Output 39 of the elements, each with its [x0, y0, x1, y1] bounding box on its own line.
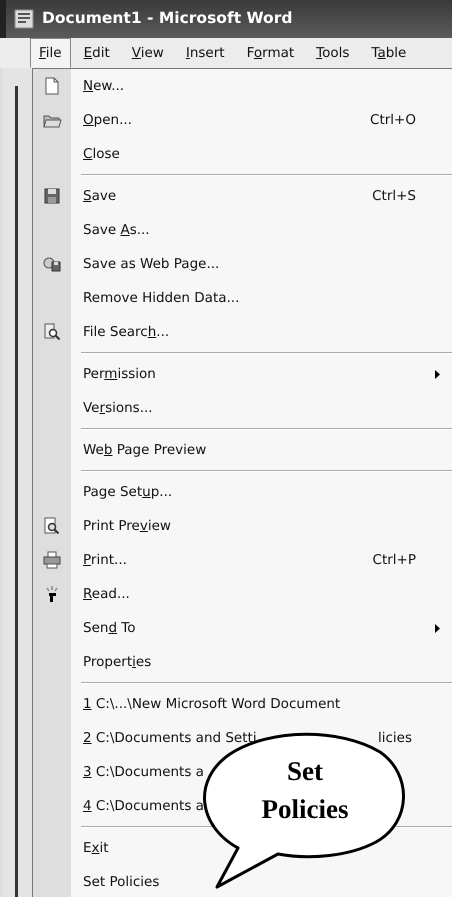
- menu-item[interactable]: Read...: [33, 577, 452, 611]
- menu-item[interactable]: Versions...: [33, 391, 452, 425]
- menu-item[interactable]: Close: [33, 137, 452, 171]
- menu-item[interactable]: Print Preview: [33, 509, 452, 543]
- menu-item[interactable]: Send To: [33, 611, 452, 645]
- menu-bar-item[interactable]: Tools: [307, 38, 358, 68]
- file-search-icon: [42, 322, 62, 342]
- menu-item[interactable]: Set Policies: [33, 865, 452, 897]
- menu-item[interactable]: Print... Ctrl+P: [33, 543, 452, 577]
- window-title: Document1 - Microsoft Word: [42, 8, 292, 30]
- menu-item[interactable]: Permission: [33, 357, 452, 391]
- menu-item[interactable]: Save as Web Page...: [33, 247, 452, 281]
- shortcut-text: Ctrl+S: [372, 186, 416, 206]
- menu-item[interactable]: Web Page Preview: [33, 433, 452, 467]
- shortcut-text: Ctrl+P: [372, 550, 416, 570]
- menu-bar-item[interactable]: Edit: [74, 38, 119, 68]
- menu-item[interactable]: Properties: [33, 645, 452, 679]
- printer-icon: [42, 550, 62, 570]
- callout-text: Set Policies: [260, 755, 350, 826]
- menu-item[interactable]: Save Ctrl+S: [33, 179, 452, 213]
- menu-item[interactable]: File Search...: [33, 315, 452, 349]
- menu-item[interactable]: New...: [33, 69, 452, 103]
- menu-bar-item[interactable]: View: [122, 38, 173, 68]
- menu-item[interactable]: Page Setup...: [33, 475, 452, 509]
- shortcut-text: Ctrl+O: [370, 110, 416, 130]
- menu-bar-item[interactable]: File: [30, 38, 71, 68]
- menu-bar-item[interactable]: Table: [362, 38, 416, 68]
- menu-item[interactable]: 1 C:\...\New Microsoft Word Document: [33, 687, 452, 721]
- menu-bar-item[interactable]: Insert: [176, 38, 234, 68]
- menu-item[interactable]: Exit: [33, 831, 452, 865]
- menu-item-text: licies: [378, 728, 412, 748]
- menu-item[interactable]: 2 C:\Documents and Setti licies: [33, 721, 452, 755]
- menu-item[interactable]: Remove Hidden Data...: [33, 281, 452, 315]
- document-icon: [14, 9, 34, 29]
- menu-item[interactable]: Save As...: [33, 213, 452, 247]
- menu-item[interactable]: Open... Ctrl+O: [33, 103, 452, 137]
- print-preview-icon: [42, 516, 62, 536]
- floppy-icon: [42, 186, 62, 206]
- menu-bar-item[interactable]: Format: [238, 38, 304, 68]
